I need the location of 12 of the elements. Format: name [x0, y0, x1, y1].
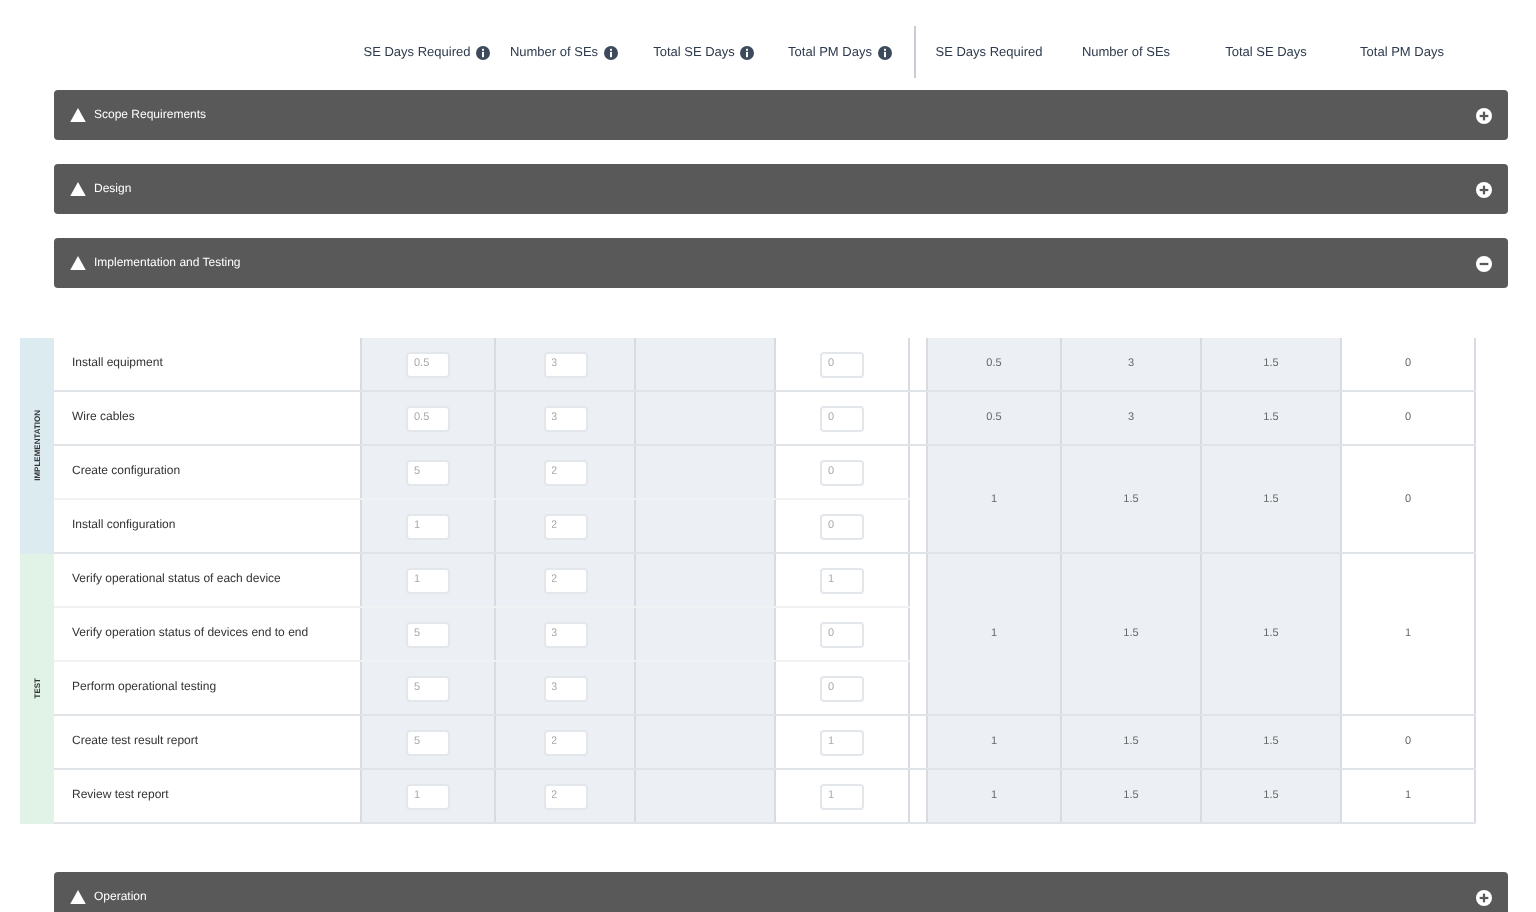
info-icon[interactable] [740, 45, 755, 59]
expand-icon[interactable] [1476, 889, 1492, 905]
expand-icon[interactable] [1476, 107, 1492, 123]
info-icon[interactable] [877, 45, 892, 59]
warning-triangle-icon [70, 108, 86, 122]
warning-triangle-icon [70, 182, 86, 196]
info-icon[interactable] [476, 45, 491, 59]
warning-triangle-icon [70, 890, 86, 904]
info-icon[interactable] [604, 45, 619, 59]
expand-icon[interactable] [1476, 181, 1492, 197]
warning-triangle-icon [70, 256, 86, 270]
collapse-icon[interactable] [1476, 255, 1492, 271]
